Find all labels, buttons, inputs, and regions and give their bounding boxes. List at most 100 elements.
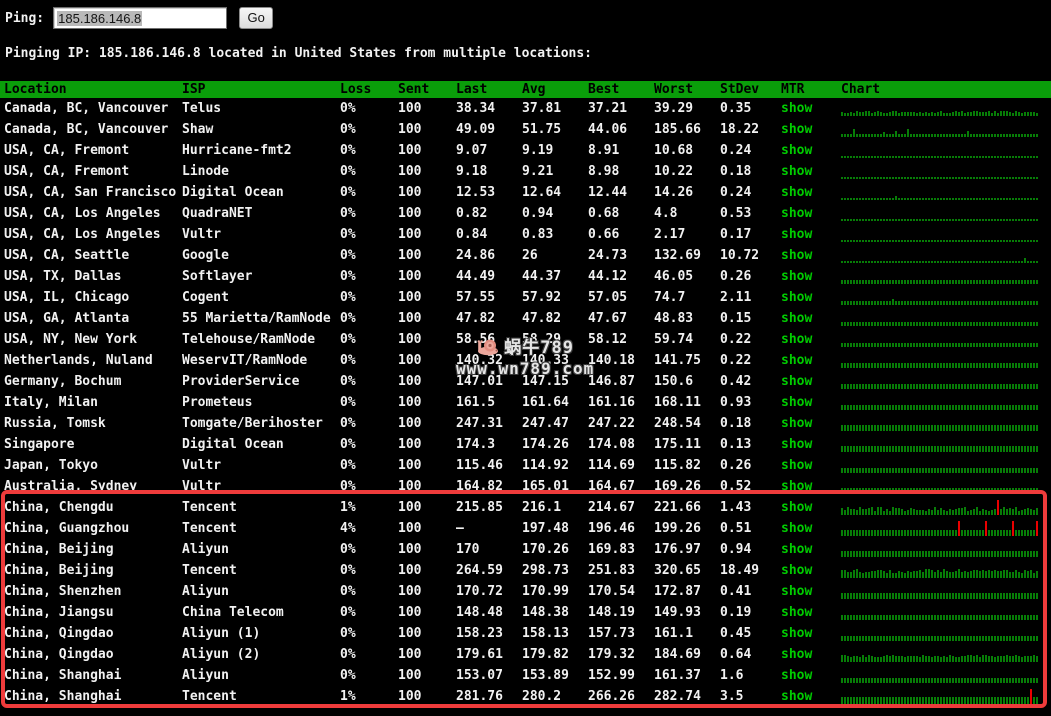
ping-label: Ping: (5, 10, 45, 26)
ping-input[interactable]: 185.186.146.8 (53, 7, 228, 29)
go-button[interactable]: Go (239, 7, 274, 29)
ping-sample-bar (901, 636, 903, 641)
ping-sample-bar (1021, 156, 1023, 158)
ping-sample-bar (934, 697, 936, 704)
mtr-show-link[interactable]: show (781, 563, 812, 578)
mtr-show-link[interactable]: show (781, 542, 812, 557)
ping-sample-bar (1015, 363, 1017, 368)
ping-sample-bar (868, 261, 870, 263)
ping-sample-bar (883, 615, 885, 620)
mtr-show-link[interactable]: show (781, 689, 812, 704)
column-header-chart: Chart (841, 82, 881, 97)
ping-sample-bar (994, 593, 996, 599)
mtr-show-link[interactable]: show (781, 122, 812, 137)
ping-sample-bar (1012, 697, 1014, 704)
ping-sample-bar (988, 198, 990, 200)
ping-sample-bar (1000, 697, 1002, 704)
mtr-show-link[interactable]: show (781, 164, 812, 179)
ping-sample-bar (1021, 636, 1023, 641)
mtr-show-link[interactable]: show (781, 143, 812, 158)
ping-sample-bar (937, 261, 939, 263)
ping-sample-bar (943, 551, 945, 557)
mtr-show-link[interactable]: show (781, 206, 812, 221)
ping-sample-bar (916, 363, 918, 368)
ping-sample-bar (865, 551, 867, 557)
ping-sample-bar (1021, 322, 1023, 326)
ping-sample-bar (841, 363, 843, 368)
mtr-show-link[interactable]: show (781, 647, 812, 662)
ping-sample-bar (907, 343, 909, 347)
ping-sample-bar (928, 509, 930, 515)
status-country: United States (294, 46, 397, 61)
mtr-show-link[interactable]: show (781, 101, 812, 116)
ping-sample-bar (841, 322, 843, 326)
ping-sample-bar (943, 280, 945, 284)
ping-sample-bar (916, 240, 918, 242)
mtr-show-link[interactable]: show (781, 458, 812, 473)
cell-sent: 100 (398, 500, 422, 515)
ping-sample-bar (1000, 219, 1002, 221)
mtr-show-link[interactable]: show (781, 605, 812, 620)
ping-sample-bar (1000, 678, 1002, 683)
mtr-show-link[interactable]: show (781, 500, 812, 515)
ping-sample-bar (1015, 530, 1017, 536)
cell-mtr: show (781, 686, 841, 707)
ping-sample-bar (895, 425, 897, 431)
ping-sample-bar (979, 636, 981, 641)
cell-sent: 100 (398, 395, 422, 410)
mtr-show-link[interactable]: show (781, 416, 812, 431)
ping-sample-bar (970, 240, 972, 242)
ping-sample-bar (892, 551, 894, 557)
ping-sample-bar (904, 177, 906, 179)
ping-sample-bar (868, 530, 870, 536)
cell-mtr: show (781, 287, 841, 308)
ping-sample-bar (898, 571, 900, 578)
mtr-show-link[interactable]: show (781, 626, 812, 641)
ping-sample-bar (877, 280, 879, 284)
mtr-show-link[interactable]: show (781, 332, 812, 347)
ping-sample-bar (994, 219, 996, 221)
mtr-show-link[interactable]: show (781, 185, 812, 200)
ping-sample-bar (871, 425, 873, 431)
cell-location: USA, CA, Fremont (4, 143, 130, 158)
ping-sample-bar (955, 571, 957, 578)
ping-sample-bar (901, 405, 903, 410)
ping-sample-bar (1009, 656, 1011, 662)
ping-sample-bar (982, 425, 984, 431)
ping-sample-bar (997, 261, 999, 263)
mtr-show-link[interactable]: show (781, 374, 812, 389)
mtr-show-link[interactable]: show (781, 668, 812, 683)
cell-last: 148.48 (456, 605, 503, 620)
ping-sample-bar (961, 177, 963, 179)
mtr-show-link[interactable]: show (781, 437, 812, 452)
mtr-show-link[interactable]: show (781, 479, 812, 494)
mtr-show-link[interactable]: show (781, 311, 812, 326)
ping-sample-bar (1003, 446, 1005, 452)
cell-best: 57.05 (588, 290, 628, 305)
ping-sample-bar (967, 261, 969, 263)
ping-sample-bar (889, 219, 891, 221)
mtr-show-link[interactable]: show (781, 395, 812, 410)
mtr-show-link[interactable]: show (781, 290, 812, 305)
mtr-show-link[interactable]: show (781, 521, 812, 536)
mtr-show-link[interactable]: show (781, 584, 812, 599)
ping-sample-bar (967, 156, 969, 158)
ping-sample-bar (955, 509, 957, 515)
ping-sample-bar (949, 678, 951, 683)
cell-worst: 168.11 (654, 395, 701, 410)
cell-isp: Aliyun (182, 542, 229, 557)
cell-loss: 0% (340, 479, 356, 494)
cell-worst: 141.75 (654, 353, 701, 368)
mtr-show-link[interactable]: show (781, 353, 812, 368)
ping-sample-bar (874, 240, 876, 242)
ping-sample-bar (874, 593, 876, 599)
cell-best: 157.73 (588, 626, 635, 641)
mtr-show-link[interactable]: show (781, 227, 812, 242)
ping-sample-bar (955, 280, 957, 284)
mtr-show-link[interactable]: show (781, 248, 812, 263)
ping-sample-bar (922, 280, 924, 284)
ping-sample-bar (919, 530, 921, 536)
ping-sample-bar (952, 530, 954, 536)
mtr-show-link[interactable]: show (781, 269, 812, 284)
ping-sample-bar (958, 551, 960, 557)
